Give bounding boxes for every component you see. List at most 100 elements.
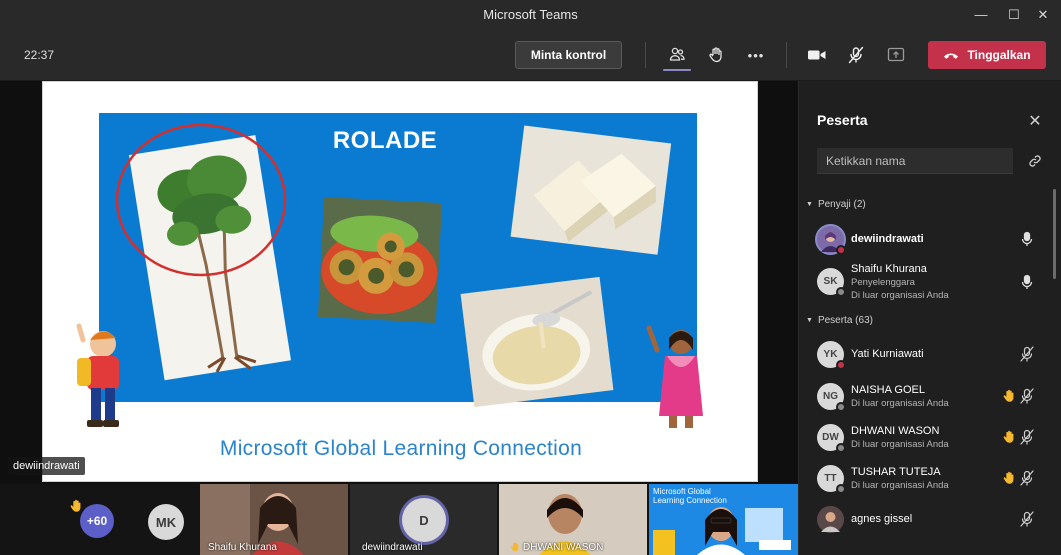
tile-name-label: dewiindrawati [362,542,423,553]
participant-avatar-d: D [402,498,446,542]
meeting-timer: 22:37 [24,48,55,62]
attendees-section-header[interactable]: ▼ Peserta (63) [806,315,873,326]
tile-slide-title: Microsoft Global Learning Connection [653,487,727,505]
avatar: SK [817,268,846,297]
participant-name: agnes gissel [851,513,913,525]
participant-role: Penyelenggara [851,277,915,288]
share-invite-button[interactable] [1025,151,1045,171]
participant-row[interactable]: agnes gissel [799,499,1051,539]
tapioca-bowl-photo [460,277,614,407]
participant-row[interactable]: dewiindrawati [799,219,1051,259]
mic-off-icon[interactable] [1019,470,1035,486]
panel-title: Peserta [817,112,868,128]
leave-label: Tinggalkan [967,48,1031,62]
close-icon: ✕ [1037,6,1049,22]
participant-search-input[interactable] [817,148,1013,174]
minimize-icon: — [974,7,988,22]
raise-hand-button[interactable] [700,41,732,69]
raise-hand-icon [510,542,519,552]
participant-name: TUSHAR TUTEJA [851,466,941,478]
status-away-indicator [836,484,846,494]
avatar [817,226,846,255]
overflow-participants-button[interactable]: +60 [80,504,114,538]
meeting-toolbar: 22:37 Minta kontrol ••• Tinggalkan [0,29,1061,81]
shared-slide: ROLADE Microsoft Global Learning Connect… [42,81,758,482]
rolade-dish-photo [317,196,443,324]
mic-off-icon[interactable] [1019,388,1035,404]
avatar: YK [817,341,846,370]
status-away-indicator [836,443,846,453]
mic-icon[interactable] [1019,231,1035,247]
video-tile-mglc[interactable]: Microsoft Global Learning Connection [649,484,798,555]
boy-cartoon [76,323,119,427]
participant-org: Di luar organisasi Anda [851,480,949,491]
camera-button[interactable] [801,41,833,69]
video-tile-shaifu[interactable]: Shaifu Khurana [200,484,348,555]
participant-row[interactable]: DW DHWANI WASON Di luar organisasi Anda [799,417,1051,457]
raise-hand-icon [709,47,722,63]
close-window-button[interactable]: ✕ [1025,0,1061,29]
maximize-icon: ☐ [1008,6,1020,22]
participant-name: dewiindrawati [851,233,924,245]
tile-name-label: DHWANI WASON [523,542,604,553]
mic-icon[interactable] [1019,274,1035,290]
request-control-button[interactable]: Minta kontrol [515,41,622,69]
raise-hand-icon [70,499,81,512]
raise-hand-icon [1003,389,1014,402]
participant-row[interactable]: NG NAISHA GOEL Di luar organisasi Anda [799,376,1051,416]
participant-name: DHWANI WASON [851,425,940,437]
show-participants-button[interactable] [661,41,693,69]
raise-hand-icon [1003,471,1014,484]
share-screen-button[interactable] [880,41,912,69]
girl-cartoon [646,325,703,428]
chevron-down-icon: ▼ [806,317,813,324]
share-screen-icon [887,47,905,62]
video-tile-dewi[interactable]: D dewiindrawati [350,484,497,555]
presenter-name-tag: dewiindrawati [8,457,85,475]
window-title-bar: Microsoft Teams — ☐ ✕ [0,0,1061,29]
participants-panel: Peserta ✕ ▼ Penyaji (2) dewiindrawati SK [798,81,1061,555]
microphone-button[interactable] [840,41,872,69]
chevron-down-icon: ▼ [806,201,813,208]
panel-scrollbar[interactable] [1053,189,1056,279]
video-tile-dhwani[interactable]: DHWANI WASON [499,484,647,555]
mic-off-icon[interactable] [1019,511,1035,527]
participant-org: Di luar organisasi Anda [851,290,949,301]
status-away-indicator [836,287,846,297]
avatar [817,506,844,533]
minimize-button[interactable]: — [963,0,999,29]
mic-off-icon [848,46,864,64]
window-title: Microsoft Teams [483,7,578,22]
more-options-button[interactable]: ••• [740,41,772,69]
camera-icon [808,50,826,60]
leave-meeting-button[interactable]: Tinggalkan [928,41,1046,69]
close-panel-button[interactable]: ✕ [1025,111,1045,131]
avatar: DW [817,424,846,453]
presenters-section-header[interactable]: ▼ Penyaji (2) [806,199,866,210]
participant-row[interactable]: YK Yati Kurniawati [799,334,1051,374]
more-options-icon: ••• [747,47,765,63]
status-away-indicator [836,402,846,412]
phone-hangup-icon [944,53,959,59]
tofu-photo [510,125,672,255]
avatar: TT [817,465,846,494]
participant-row[interactable]: TT TUSHAR TUTEJA Di luar organisasi Anda [799,458,1051,498]
raise-hand-icon [1003,430,1014,443]
participant-avatar-mk[interactable]: MK [148,504,184,540]
tile-name-label: Shaifu Khurana [208,542,277,553]
participant-name: Shaifu Khurana [851,263,927,275]
participant-row[interactable]: SK Shaifu Khurana Penyelenggara Di luar … [799,261,1051,307]
status-busy-indicator [836,360,846,370]
toolbar-divider [645,42,646,68]
mic-off-icon[interactable] [1019,346,1035,362]
participant-name: NAISHA GOEL [851,384,925,396]
highlight-circle [115,123,287,277]
profile-photo [817,506,844,533]
participant-video-strip: +60 MK Shaifu Khurana D dewiindrawati DH… [0,484,798,555]
mic-off-icon[interactable] [1019,429,1035,445]
slide-footer: Microsoft Global Learning Connection [219,437,583,460]
people-icon [669,47,685,61]
link-icon [1029,155,1041,167]
active-tab-indicator [663,69,691,71]
status-busy-indicator [836,245,846,255]
